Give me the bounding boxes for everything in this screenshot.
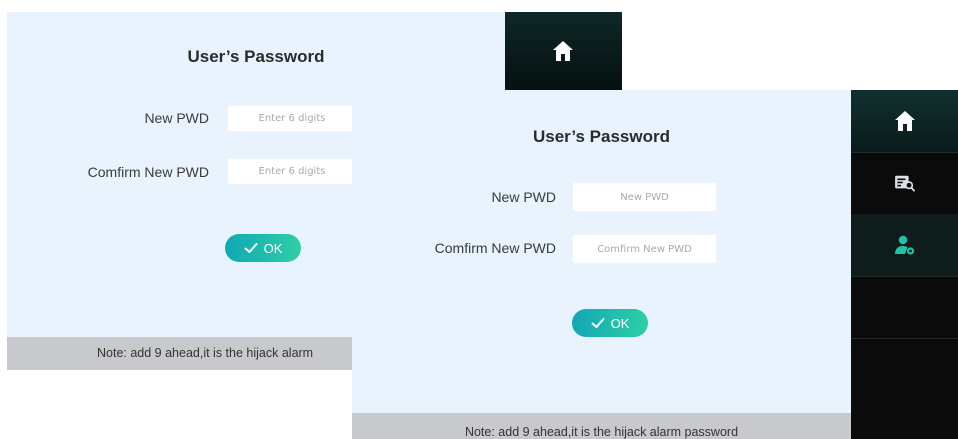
user-settings-icon xyxy=(894,235,914,255)
note-bar: Note: add 9 ahead,it is the hijack alarm… xyxy=(352,413,851,439)
confirm-pwd-input[interactable]: Enter 6 digits xyxy=(227,158,357,185)
check-icon xyxy=(244,243,258,253)
confirm-pwd-placeholder: Comfirm New PWD xyxy=(597,243,692,255)
ok-button[interactable]: OK xyxy=(572,309,648,337)
confirm-pwd-label: Comfirm New PWD xyxy=(87,164,209,180)
new-pwd-placeholder: New PWD xyxy=(620,191,669,203)
new-pwd-input[interactable]: Enter 6 digits xyxy=(227,105,357,132)
note-text: Note: add 9 ahead,it is the hijack alarm xyxy=(97,346,314,360)
new-pwd-placeholder: Enter 6 digits xyxy=(258,113,326,124)
confirm-pwd-placeholder: Enter 6 digits xyxy=(258,166,326,177)
ok-label: OK xyxy=(610,315,630,331)
home-icon xyxy=(553,41,573,61)
page-title: User’s Password xyxy=(187,47,325,66)
sidebar-item-empty xyxy=(851,338,958,400)
new-pwd-label: New PWD xyxy=(491,189,556,205)
sidebar-item-user-settings[interactable] xyxy=(851,214,958,277)
check-icon xyxy=(591,318,605,328)
confirm-pwd-input[interactable]: Comfirm New PWD xyxy=(572,234,717,264)
sidebar-item-log-search[interactable] xyxy=(851,152,958,215)
ok-button[interactable]: OK xyxy=(225,234,301,262)
sidebar xyxy=(851,90,958,439)
sidebar-item-home[interactable] xyxy=(851,90,958,153)
home-tab[interactable] xyxy=(505,12,622,90)
note-text: Note: add 9 ahead,it is the hijack alarm… xyxy=(464,425,739,439)
log-search-icon xyxy=(894,175,915,192)
home-icon xyxy=(894,111,915,131)
new-pwd-input[interactable]: New PWD xyxy=(572,182,717,212)
confirm-pwd-label: Comfirm New PWD xyxy=(434,240,556,256)
sidebar-item-empty xyxy=(851,276,958,339)
ok-label: OK xyxy=(263,240,283,256)
new-pwd-label: New PWD xyxy=(144,110,209,126)
page-title: User’s Password xyxy=(532,127,670,146)
front-password-panel: User’s Password New PWD New PWD Comfirm … xyxy=(352,90,851,439)
